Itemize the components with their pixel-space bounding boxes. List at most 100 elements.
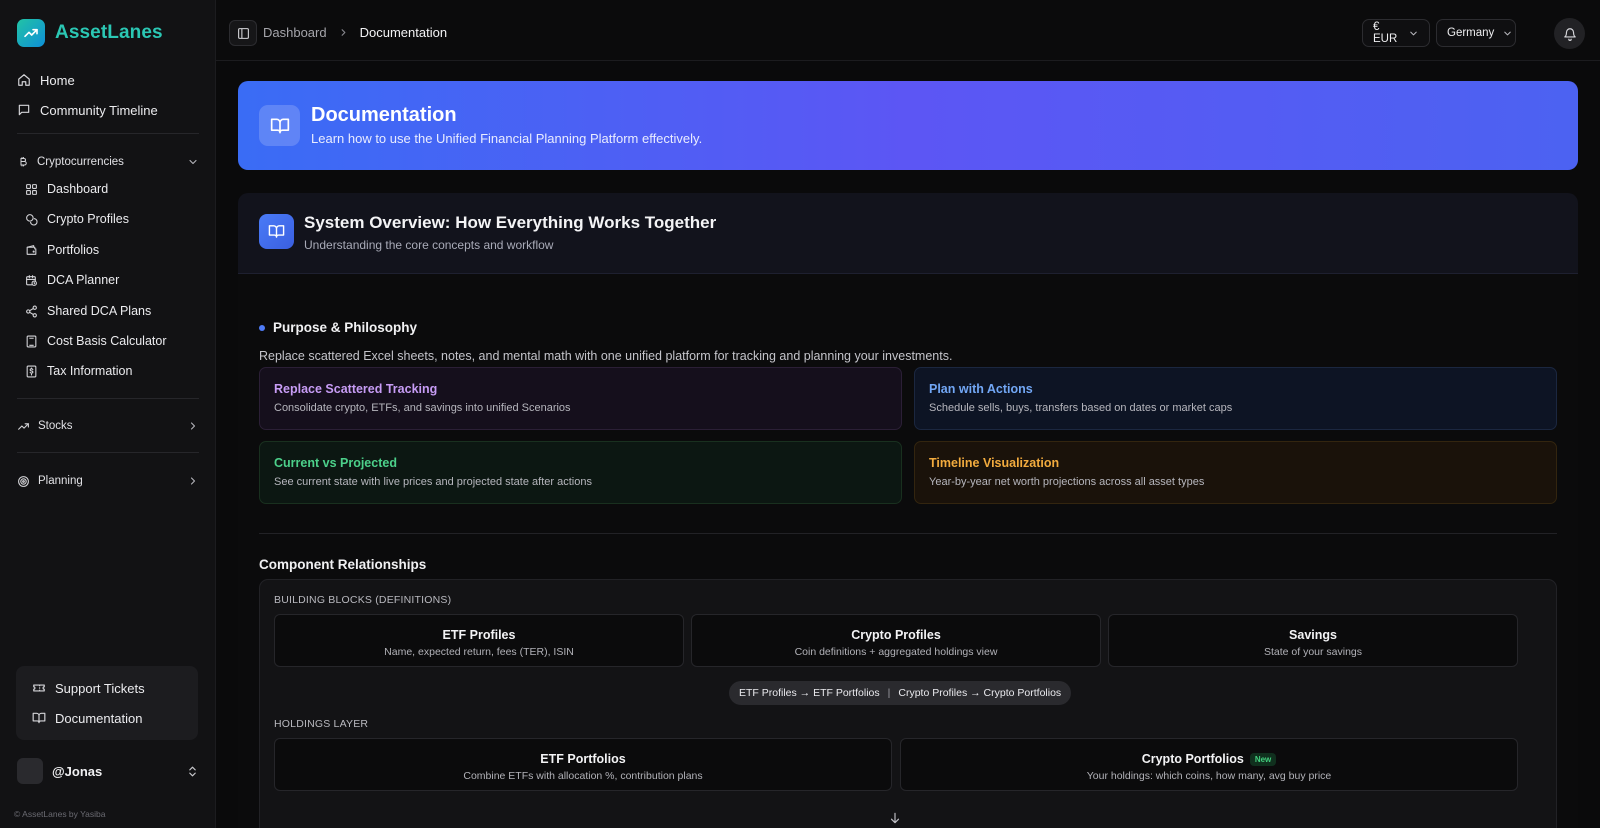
message-square-icon — [17, 103, 31, 117]
purpose-title: Purpose & Philosophy — [273, 320, 418, 335]
feature-card-timeline: Timeline Visualization Year-by-year net … — [914, 441, 1557, 504]
block-crypto-portfolios: Crypto Portfolios New Your holdings: whi… — [900, 738, 1518, 791]
block-description: Your holdings: which coins, how many, av… — [1086, 770, 1332, 782]
holdings-layer-label: HOLDINGS LAYER — [274, 718, 369, 730]
sidebar-section-cryptocurrencies[interactable]: Cryptocurrencies — [17, 153, 199, 171]
chevron-right-icon — [187, 475, 199, 487]
sidebar-item-tax-information[interactable]: Tax Information — [24, 361, 132, 381]
purpose-description: Replace scattered Excel sheets, notes, a… — [259, 349, 953, 363]
feature-description: See current state with live prices and p… — [274, 476, 592, 488]
page-subtitle: Learn how to use the Unified Financial P… — [311, 131, 703, 146]
topbar: Dashboard Documentation € EUR Germany — [216, 0, 1600, 61]
sidebar-section-stocks[interactable]: Stocks — [17, 417, 199, 435]
new-badge: New — [1249, 752, 1277, 766]
calculator-icon — [24, 334, 38, 348]
feature-card-current-vs-projected: Current vs Projected See current state w… — [259, 441, 902, 504]
sidebar-item-label: Community Timeline — [40, 102, 158, 118]
block-title: ETF Profiles — [442, 628, 516, 642]
sidebar-item-label: Documentation — [55, 710, 143, 726]
sidebar-item-label: Shared DCA Plans — [47, 304, 152, 318]
feature-card-replace-tracking: Replace Scattered Tracking Consolidate c… — [259, 367, 902, 430]
sidebar-item-label: DCA Planner — [47, 273, 120, 287]
trending-up-icon — [17, 420, 30, 433]
block-description: Coin definitions + aggregated holdings v… — [794, 646, 998, 658]
trending-up-logo-icon — [17, 19, 45, 47]
sidebar-item-label: Cost Basis Calculator — [47, 334, 167, 348]
feature-card-plan-actions: Plan with Actions Schedule sells, buys, … — [914, 367, 1557, 430]
building-blocks-label: BUILDING BLOCKS (DEFINITIONS) — [274, 594, 452, 606]
block-description: Combine ETFs with allocation %, contribu… — [463, 770, 703, 782]
user-name: @Jonas — [52, 763, 103, 779]
chevron-right-icon — [187, 420, 199, 432]
sidebar-item-label: Tax Information — [47, 364, 133, 378]
section-title: System Overview: How Everything Works To… — [304, 213, 717, 232]
country-select[interactable]: Germany — [1436, 19, 1516, 47]
sidebar-item-support-tickets[interactable]: Support Tickets — [32, 678, 145, 698]
breadcrumb-current: Documentation — [359, 25, 448, 40]
coins-icon — [24, 212, 38, 226]
sidebar-item-portfolios[interactable]: Portfolios — [24, 240, 99, 260]
flow-pill: ETF Profiles → ETF Portfolios | Crypto P… — [729, 681, 1072, 705]
receipt-icon — [24, 364, 38, 378]
currency-select[interactable]: € EUR — [1362, 19, 1430, 47]
sidebar-item-shared-dca-plans[interactable]: Shared DCA Plans — [24, 301, 151, 321]
feature-description: Schedule sells, buys, transfers based on… — [929, 402, 1233, 414]
feature-title: Current vs Projected — [274, 456, 397, 470]
feature-title: Plan with Actions — [929, 382, 1033, 396]
system-overview-card: System Overview: How Everything Works To… — [238, 193, 1578, 828]
block-title: Savings — [1289, 628, 1337, 642]
avatar — [17, 758, 43, 784]
sidebar-toggle-button[interactable] — [229, 20, 257, 46]
block-title: Crypto Profiles — [851, 628, 941, 642]
sidebar-item-dashboard[interactable]: Dashboard — [24, 179, 108, 199]
page-title: Documentation — [311, 104, 457, 126]
sidebar-item-home[interactable]: Home — [17, 70, 75, 90]
sidebar-item-crypto-profiles[interactable]: Crypto Profiles — [24, 209, 129, 229]
brand-name: AssetLanes — [55, 22, 163, 43]
sidebar-item-dca-planner[interactable]: DCA Planner — [24, 270, 119, 290]
section-label: Planning — [38, 475, 83, 487]
system-overview-header[interactable]: System Overview: How Everything Works To… — [238, 193, 1578, 274]
feature-title: Replace Scattered Tracking — [274, 382, 438, 396]
breadcrumb-dashboard[interactable]: Dashboard — [263, 25, 327, 40]
chevron-right-icon — [338, 27, 349, 38]
sidebar-section-planning[interactable]: Planning — [17, 472, 199, 490]
purpose-heading: Purpose & Philosophy — [259, 320, 417, 335]
bitcoin-icon — [17, 156, 29, 168]
panel-left-icon — [237, 27, 250, 40]
ticket-icon — [32, 681, 46, 695]
sidebar-divider — [17, 398, 199, 399]
target-icon — [17, 475, 30, 488]
chevrons-up-down-icon — [186, 765, 199, 778]
user-menu[interactable]: @Jonas — [17, 757, 199, 785]
block-title-row: Crypto Portfolios New — [1142, 752, 1277, 766]
feature-description: Year-by-year net worth projections acros… — [929, 476, 1205, 488]
home-icon — [17, 73, 31, 87]
component-relationships-diagram: BUILDING BLOCKS (DEFINITIONS) ETF Profil… — [259, 579, 1557, 828]
block-title: ETF Portfolios — [540, 752, 626, 766]
block-etf-profiles: ETF Profiles Name, expected return, fees… — [274, 614, 684, 667]
wallet-icon — [24, 243, 38, 257]
grid-icon — [24, 182, 38, 196]
sidebar-item-label: Portfolios — [47, 243, 100, 257]
block-description: Name, expected return, fees (TER), ISIN — [384, 646, 574, 658]
section-label: Stocks — [38, 420, 73, 432]
block-etf-portfolios: ETF Portfolios Combine ETFs with allocat… — [274, 738, 892, 791]
block-title: Crypto Portfolios — [1141, 752, 1244, 766]
sidebar-item-documentation[interactable]: Documentation — [32, 708, 142, 728]
section-label: Cryptocurrencies — [37, 156, 124, 168]
brand[interactable]: AssetLanes — [17, 19, 163, 47]
book-open-icon — [259, 214, 294, 249]
sidebar-divider — [17, 133, 199, 134]
section-subtitle: Understanding the core concepts and work… — [304, 238, 554, 252]
divider — [259, 533, 1557, 534]
block-crypto-profiles: Crypto Profiles Coin definitions + aggre… — [691, 614, 1101, 667]
bullet-dot — [259, 324, 265, 331]
sidebar-item-cost-basis-calculator[interactable]: Cost Basis Calculator — [24, 331, 167, 351]
calendar-clock-icon — [24, 273, 38, 287]
chevron-down-icon — [187, 156, 199, 168]
book-open-icon — [32, 711, 46, 725]
sidebar-item-community-timeline[interactable]: Community Timeline — [17, 100, 158, 120]
currency-value: € EUR — [1373, 21, 1398, 45]
notifications-button[interactable] — [1554, 18, 1585, 49]
